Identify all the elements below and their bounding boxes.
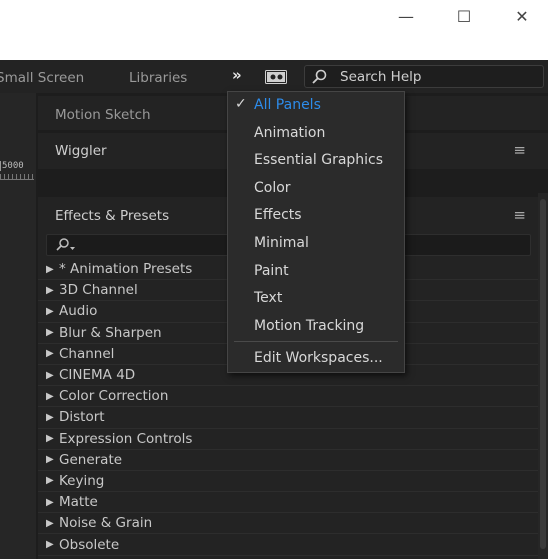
effects-category-label: Keying: [59, 472, 105, 489]
effects-category-label: Generate: [59, 451, 123, 468]
minimize-icon: —: [398, 6, 414, 26]
expand-triangle-icon[interactable]: ▶: [46, 475, 59, 486]
workspace-menu-item[interactable]: Motion Tracking: [228, 314, 404, 340]
expand-triangle-icon[interactable]: ▶: [46, 454, 59, 465]
edit-workspaces-item[interactable]: Edit Workspaces...: [228, 346, 404, 372]
effects-category-label: Expression Controls: [59, 430, 193, 447]
workspace-menu-item-label: Paint: [254, 262, 289, 279]
workspace-menu-item-label: Essential Graphics: [254, 152, 384, 169]
expand-triangle-icon[interactable]: ▶: [46, 370, 59, 381]
timeline-ruler-label: 5000: [0, 161, 24, 171]
expand-triangle-icon[interactable]: ▶: [46, 518, 59, 529]
panel-menu-icon[interactable]: ≡: [513, 206, 526, 224]
workspace-dropdown-menu: ✓ All Panels Animation Essential Graphics Co…: [227, 91, 405, 373]
search-help-placeholder: Search Help: [340, 69, 422, 85]
chevron-double-right-icon: »: [232, 66, 242, 84]
search-icon: [312, 69, 327, 84]
workspace-tab-libraries[interactable]: Libraries: [129, 70, 187, 86]
expand-triangle-icon[interactable]: ▶: [46, 264, 59, 275]
workspace-menu-item[interactable]: Minimal: [228, 231, 404, 257]
menu-separator: [234, 341, 398, 342]
workspace-menu-item[interactable]: Effects: [228, 203, 404, 229]
effects-category-label: Distort: [59, 409, 105, 426]
workspace-menu-item[interactable]: Animation: [228, 121, 404, 147]
panel-menu-icon[interactable]: ≡: [513, 141, 526, 159]
workspace-menu-item-label: Color: [254, 179, 291, 196]
workspace-menu-item[interactable]: Essential Graphics: [228, 148, 404, 174]
expand-triangle-icon[interactable]: ▶: [46, 497, 59, 508]
effects-category-row[interactable]: ▶ Obsolete: [38, 534, 538, 556]
search-help-field[interactable]: Search Help: [304, 65, 544, 88]
effects-category-label: Blur & Sharpen: [59, 324, 162, 341]
workspace-menu-item-label: Animation: [254, 124, 326, 141]
close-icon: ✕: [515, 6, 529, 26]
close-button[interactable]: ✕: [512, 6, 532, 26]
expand-triangle-icon[interactable]: ▶: [46, 285, 59, 296]
window-titlebar: — ☐ ✕: [0, 0, 548, 60]
effects-category-label: CINEMA 4D: [59, 367, 136, 384]
effects-category-label: Noise & Grain: [59, 515, 153, 532]
timeline-fragment: 5000: [0, 93, 36, 559]
workspace-menu-item[interactable]: Paint: [228, 259, 404, 285]
expand-triangle-icon[interactable]: ▶: [46, 539, 59, 550]
effects-category-label: Obsolete: [59, 536, 120, 553]
effects-category-label: Color Correction: [59, 388, 169, 405]
effects-presets-title[interactable]: Effects & Presets: [55, 208, 169, 224]
scrollbar-thumb[interactable]: [540, 199, 546, 549]
workspace-overflow-button[interactable]: »: [232, 66, 242, 84]
effects-category-label: * Animation Presets: [59, 261, 193, 278]
expand-triangle-icon[interactable]: ▶: [46, 327, 59, 338]
effects-category-row[interactable]: ▶ Generate: [38, 450, 538, 471]
wiggler-title[interactable]: Wiggler: [55, 143, 107, 159]
effects-category-row[interactable]: ▶ Color Correction: [38, 386, 538, 408]
effects-category-label: Channel: [59, 345, 115, 362]
workspace-menu-item-label: All Panels: [254, 97, 321, 113]
workspace-settings-icon[interactable]: [265, 70, 287, 84]
effects-category-row[interactable]: ▶ Noise & Grain: [38, 513, 538, 535]
effects-category-label: 3D Channel: [59, 282, 138, 299]
workspace-menu-item-label: Effects: [254, 207, 302, 224]
motion-sketch-title[interactable]: Motion Sketch: [55, 107, 151, 123]
workspace-menu-item-label: Minimal: [254, 235, 309, 251]
expand-triangle-icon[interactable]: ▶: [46, 433, 59, 444]
effects-scrollbar[interactable]: [538, 193, 548, 559]
maximize-button[interactable]: ☐: [454, 6, 474, 26]
expand-triangle-icon[interactable]: ▶: [46, 412, 59, 423]
maximize-icon: ☐: [456, 6, 472, 26]
workspace-menu-item-label: Motion Tracking: [254, 317, 365, 334]
workspace-menu-item-label: Text: [254, 290, 283, 307]
effects-category-label: Audio: [59, 303, 98, 320]
workspace-tab-small-screen[interactable]: Small Screen: [0, 70, 84, 86]
checkmark-icon: ✓: [235, 96, 247, 112]
workspace-menu-item[interactable]: ✓ All Panels: [228, 93, 404, 119]
workspace-menu-item[interactable]: Color: [228, 176, 404, 202]
minimize-button[interactable]: —: [396, 6, 416, 26]
timeline-ruler-ticks: [0, 174, 34, 180]
expand-triangle-icon[interactable]: ▶: [46, 348, 59, 359]
effects-category-label: Matte: [59, 494, 98, 511]
edit-workspaces-label: Edit Workspaces...: [254, 350, 383, 366]
search-icon: [56, 238, 75, 251]
workspace-menu-item[interactable]: Text: [228, 286, 404, 312]
expand-triangle-icon[interactable]: ▶: [46, 391, 59, 402]
effects-category-row[interactable]: ▶ Keying: [38, 471, 538, 493]
effects-category-row[interactable]: ▶ Distort: [38, 407, 538, 429]
effects-category-row[interactable]: ▶ Matte: [38, 492, 538, 514]
expand-triangle-icon[interactable]: ▶: [46, 306, 59, 317]
effects-category-row[interactable]: ▶ Expression Controls: [38, 429, 538, 450]
